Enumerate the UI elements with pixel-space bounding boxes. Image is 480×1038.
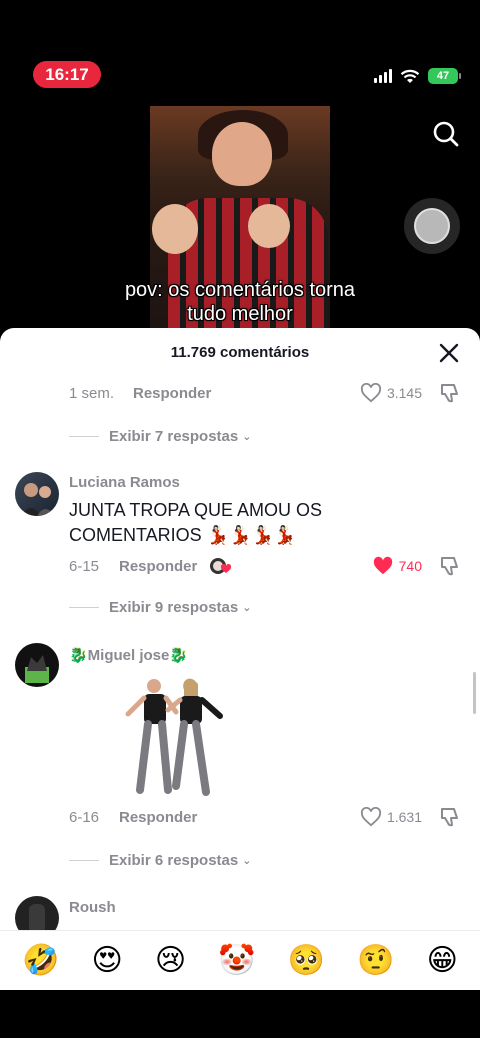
- view-replies-button[interactable]: Exibir 9 respostas ⌄: [69, 597, 251, 617]
- caption-line: tudo melhor: [187, 303, 293, 325]
- reply-button[interactable]: Responder: [133, 385, 211, 402]
- wifi-icon: [400, 69, 420, 83]
- emoji-button[interactable]: 😁: [427, 944, 458, 978]
- comments-count-title: 11.769 comentários: [170, 344, 310, 361]
- like-button[interactable]: 3.145: [360, 383, 422, 403]
- video-figure-hand: [152, 204, 198, 254]
- status-indicators: 47: [374, 68, 461, 84]
- comment-username[interactable]: Luciana Ramos: [69, 474, 180, 491]
- dislike-icon[interactable]: [438, 555, 462, 577]
- video-figure-hand: [248, 204, 290, 248]
- divider-line: [69, 606, 99, 608]
- comment-username[interactable]: Roush: [69, 899, 116, 916]
- dancing-gif-sticker[interactable]: [122, 676, 232, 798]
- scrollbar[interactable]: [473, 672, 476, 714]
- dislike-icon[interactable]: [438, 806, 462, 828]
- comments-sheet: 11.769 comentários 1 sem. Responder 3.14…: [0, 328, 480, 990]
- like-button[interactable]: 1.631: [360, 807, 422, 827]
- view-replies-button[interactable]: Exibir 7 respostas ⌄: [69, 426, 251, 446]
- avatar[interactable]: [15, 643, 59, 687]
- heart-icon: [360, 807, 381, 827]
- chevron-down-icon: ⌄: [242, 601, 252, 614]
- view-replies-label: Exibir 6 respostas: [109, 851, 239, 869]
- reply-button[interactable]: Responder: [119, 558, 197, 575]
- search-icon[interactable]: [432, 120, 460, 148]
- record-icon[interactable]: [404, 198, 460, 254]
- comment-date: 6-15: [69, 557, 100, 575]
- chevron-down-icon: ⌄: [242, 854, 252, 867]
- avatar[interactable]: [15, 472, 59, 516]
- avatar-image: [25, 655, 49, 683]
- divider-line: [69, 859, 99, 861]
- like-count: 1.631: [386, 809, 422, 825]
- close-icon[interactable]: [438, 342, 460, 364]
- emoji-button[interactable]: 🤣: [22, 944, 59, 978]
- comment-date: 6-16: [69, 808, 100, 826]
- video-figure-face: [212, 122, 272, 186]
- comment-meta-row: 1 sem. Responder 3.145: [69, 383, 462, 403]
- comment-date: 1 sem.: [69, 384, 115, 402]
- like-button[interactable]: 740: [372, 556, 422, 576]
- reply-button[interactable]: Responder: [119, 809, 197, 826]
- divider-line: [69, 435, 99, 437]
- emoji-button[interactable]: 🤨: [357, 944, 394, 978]
- caption-line: pov: os comentários torna: [124, 279, 356, 301]
- emoji-button[interactable]: 🤡: [218, 944, 255, 978]
- emoji-button[interactable]: 😍: [92, 944, 123, 978]
- heart-icon: [360, 383, 381, 403]
- comment-meta-row: 6-15 Responder 740: [69, 556, 462, 576]
- emoji-button[interactable]: 😢: [155, 944, 186, 978]
- view-replies-label: Exibir 7 respostas: [109, 427, 239, 445]
- heart-icon: [373, 556, 392, 575]
- battery-icon: 47: [428, 68, 461, 84]
- signal-icon: [374, 69, 392, 83]
- like-count: 3.145: [386, 385, 422, 401]
- creator-liked-badge: [209, 556, 232, 576]
- avatar-image: [21, 483, 55, 516]
- emoji-button[interactable]: 🥺: [288, 944, 325, 978]
- dislike-icon[interactable]: [438, 382, 462, 404]
- view-replies-button[interactable]: Exibir 6 respostas ⌄: [69, 850, 251, 870]
- emoji-quick-bar: 🤣 😍 😢 🤡 🥺 🤨 😁: [0, 930, 480, 990]
- view-replies-label: Exibir 9 respostas: [109, 598, 239, 616]
- chevron-down-icon: ⌄: [242, 430, 252, 443]
- comment-text: JUNTA TROPA QUE AMOU OS COMENTARIOS 💃🏻💃🏻…: [69, 500, 323, 545]
- like-count: 740: [398, 558, 422, 574]
- comment-username[interactable]: 🐉Miguel jose🐉: [69, 646, 188, 664]
- status-time: 16:17: [33, 61, 101, 88]
- comment-meta-row: 6-16 Responder 1.631: [69, 807, 462, 827]
- bottom-safe-area: [0, 990, 480, 1038]
- video-caption: pov: os comentários torna tudo melhor: [0, 278, 480, 326]
